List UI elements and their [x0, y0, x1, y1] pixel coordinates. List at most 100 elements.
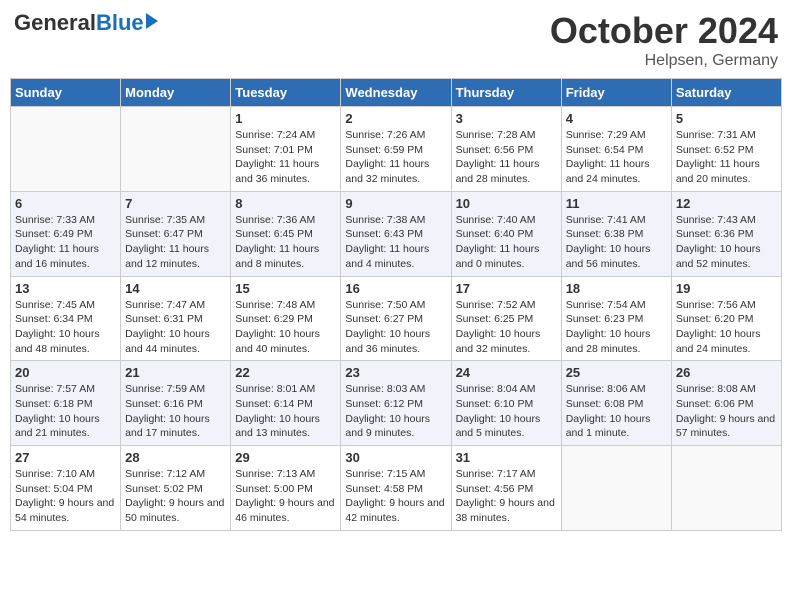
day-cell: 9 Sunrise: 7:38 AM Sunset: 6:43 PM Daylig…	[341, 191, 451, 276]
day-number: 13	[15, 281, 116, 296]
day-cell: 21Sunrise: 7:59 AM Sunset: 6:16 PM Dayli…	[121, 361, 231, 446]
header-thursday: Thursday	[451, 79, 561, 107]
week-row-3: 13 Sunrise: 7:45 AM Sunset: 6:34 PM Dayli…	[11, 276, 782, 361]
day-cell: 15 Sunrise: 7:48 AM Sunset: 6:29 PM Dayli…	[231, 276, 341, 361]
day-info: Sunrise: 8:01 AM Sunset: 6:14 PM Dayligh…	[235, 382, 336, 441]
header-tuesday: Tuesday	[231, 79, 341, 107]
day-cell: 23 Sunrise: 8:03 AM Sunset: 6:12 PM Dayli…	[341, 361, 451, 446]
day-cell: 10 Sunrise: 7:40 AM Sunset: 6:40 PM Dayli…	[451, 191, 561, 276]
day-cell: 6 Sunrise: 7:33 AM Sunset: 6:49 PM Daylig…	[11, 191, 121, 276]
header-monday: Monday	[121, 79, 231, 107]
logo-arrow-icon	[146, 13, 158, 29]
header-wednesday: Wednesday	[341, 79, 451, 107]
day-info: Sunrise: 7:45 AM Sunset: 6:34 PM Dayligh…	[15, 298, 116, 357]
day-cell: 31 Sunrise: 7:17 AM Sunset: 4:56 PM Dayli…	[451, 446, 561, 531]
day-cell: 22 Sunrise: 8:01 AM Sunset: 6:14 PM Dayli…	[231, 361, 341, 446]
day-cell: 4 Sunrise: 7:29 AM Sunset: 6:54 PM Daylig…	[561, 107, 671, 192]
day-number: 9	[345, 196, 446, 211]
day-info: Sunrise: 7:24 AM Sunset: 7:01 PM Dayligh…	[235, 128, 336, 187]
week-row-5: 27 Sunrise: 7:10 AM Sunset: 5:04 PM Dayli…	[11, 446, 782, 531]
day-cell: 13 Sunrise: 7:45 AM Sunset: 6:34 PM Dayli…	[11, 276, 121, 361]
day-number: 19	[676, 281, 777, 296]
day-cell: 5 Sunrise: 7:31 AM Sunset: 6:52 PM Daylig…	[671, 107, 781, 192]
day-cell: 18 Sunrise: 7:54 AM Sunset: 6:23 PM Dayli…	[561, 276, 671, 361]
day-number: 5	[676, 111, 777, 126]
day-number: 6	[15, 196, 116, 211]
day-cell: 14 Sunrise: 7:47 AM Sunset: 6:31 PM Dayli…	[121, 276, 231, 361]
day-info: Sunrise: 7:35 AM Sunset: 6:47 PM Dayligh…	[125, 213, 226, 272]
day-number: 30	[345, 450, 446, 465]
day-info: Sunrise: 8:04 AM Sunset: 6:10 PM Dayligh…	[456, 382, 557, 441]
day-info: Sunrise: 7:38 AM Sunset: 6:43 PM Dayligh…	[345, 213, 446, 272]
calendar-header-row: SundayMondayTuesdayWednesdayThursdayFrid…	[11, 79, 782, 107]
day-cell: 8Sunrise: 7:36 AM Sunset: 6:45 PM Daylig…	[231, 191, 341, 276]
day-cell: 3Sunrise: 7:28 AM Sunset: 6:56 PM Daylig…	[451, 107, 561, 192]
page-header: General Blue October 2024 Helpsen, Germa…	[10, 10, 782, 70]
day-cell: 12 Sunrise: 7:43 AM Sunset: 6:36 PM Dayli…	[671, 191, 781, 276]
day-info: Sunrise: 7:43 AM Sunset: 6:36 PM Dayligh…	[676, 213, 777, 272]
day-number: 27	[15, 450, 116, 465]
day-number: 22	[235, 365, 336, 380]
day-number: 4	[566, 111, 667, 126]
day-cell: 27 Sunrise: 7:10 AM Sunset: 5:04 PM Dayli…	[11, 446, 121, 531]
header-sunday: Sunday	[11, 79, 121, 107]
day-info: Sunrise: 7:28 AM Sunset: 6:56 PM Dayligh…	[456, 128, 557, 187]
day-info: Sunrise: 7:41 AM Sunset: 6:38 PM Dayligh…	[566, 213, 667, 272]
day-info: Sunrise: 8:03 AM Sunset: 6:12 PM Dayligh…	[345, 382, 446, 441]
day-number: 7	[125, 196, 226, 211]
day-cell	[561, 446, 671, 531]
day-info: Sunrise: 7:40 AM Sunset: 6:40 PM Dayligh…	[456, 213, 557, 272]
day-info: Sunrise: 7:15 AM Sunset: 4:58 PM Dayligh…	[345, 467, 446, 526]
day-info: Sunrise: 7:10 AM Sunset: 5:04 PM Dayligh…	[15, 467, 116, 526]
day-cell: 29Sunrise: 7:13 AM Sunset: 5:00 PM Dayli…	[231, 446, 341, 531]
day-number: 2	[345, 111, 446, 126]
day-info: Sunrise: 7:47 AM Sunset: 6:31 PM Dayligh…	[125, 298, 226, 357]
day-number: 23	[345, 365, 446, 380]
day-info: Sunrise: 7:52 AM Sunset: 6:25 PM Dayligh…	[456, 298, 557, 357]
day-number: 18	[566, 281, 667, 296]
day-number: 17	[456, 281, 557, 296]
day-info: Sunrise: 7:26 AM Sunset: 6:59 PM Dayligh…	[345, 128, 446, 187]
day-number: 21	[125, 365, 226, 380]
day-number: 15	[235, 281, 336, 296]
day-info: Sunrise: 7:12 AM Sunset: 5:02 PM Dayligh…	[125, 467, 226, 526]
day-cell	[11, 107, 121, 192]
day-info: Sunrise: 7:29 AM Sunset: 6:54 PM Dayligh…	[566, 128, 667, 187]
day-cell	[671, 446, 781, 531]
logo-general: General	[14, 10, 96, 36]
day-info: Sunrise: 7:56 AM Sunset: 6:20 PM Dayligh…	[676, 298, 777, 357]
title-block: October 2024 Helpsen, Germany	[550, 10, 778, 70]
day-number: 26	[676, 365, 777, 380]
day-number: 10	[456, 196, 557, 211]
day-info: Sunrise: 7:57 AM Sunset: 6:18 PM Dayligh…	[15, 382, 116, 441]
day-number: 25	[566, 365, 667, 380]
day-number: 31	[456, 450, 557, 465]
day-info: Sunrise: 8:06 AM Sunset: 6:08 PM Dayligh…	[566, 382, 667, 441]
day-info: Sunrise: 7:17 AM Sunset: 4:56 PM Dayligh…	[456, 467, 557, 526]
day-cell: 2 Sunrise: 7:26 AM Sunset: 6:59 PM Daylig…	[341, 107, 451, 192]
day-number: 14	[125, 281, 226, 296]
day-info: Sunrise: 7:54 AM Sunset: 6:23 PM Dayligh…	[566, 298, 667, 357]
day-number: 20	[15, 365, 116, 380]
day-cell: 24Sunrise: 8:04 AM Sunset: 6:10 PM Dayli…	[451, 361, 561, 446]
day-info: Sunrise: 7:31 AM Sunset: 6:52 PM Dayligh…	[676, 128, 777, 187]
day-info: Sunrise: 7:33 AM Sunset: 6:49 PM Dayligh…	[15, 213, 116, 272]
day-cell: 1 Sunrise: 7:24 AM Sunset: 7:01 PM Daylig…	[231, 107, 341, 192]
day-cell	[121, 107, 231, 192]
day-cell: 11 Sunrise: 7:41 AM Sunset: 6:38 PM Dayli…	[561, 191, 671, 276]
week-row-4: 20 Sunrise: 7:57 AM Sunset: 6:18 PM Dayli…	[11, 361, 782, 446]
day-cell: 7 Sunrise: 7:35 AM Sunset: 6:47 PM Daylig…	[121, 191, 231, 276]
day-number: 1	[235, 111, 336, 126]
week-row-2: 6 Sunrise: 7:33 AM Sunset: 6:49 PM Daylig…	[11, 191, 782, 276]
day-cell: 19 Sunrise: 7:56 AM Sunset: 6:20 PM Dayli…	[671, 276, 781, 361]
day-cell: 28Sunrise: 7:12 AM Sunset: 5:02 PM Dayli…	[121, 446, 231, 531]
header-friday: Friday	[561, 79, 671, 107]
day-number: 12	[676, 196, 777, 211]
calendar-table: SundayMondayTuesdayWednesdayThursdayFrid…	[10, 78, 782, 531]
month-title: October 2024	[550, 10, 778, 52]
day-number: 11	[566, 196, 667, 211]
day-info: Sunrise: 7:36 AM Sunset: 6:45 PM Dayligh…	[235, 213, 336, 272]
day-info: Sunrise: 7:48 AM Sunset: 6:29 PM Dayligh…	[235, 298, 336, 357]
day-info: Sunrise: 7:13 AM Sunset: 5:00 PM Dayligh…	[235, 467, 336, 526]
day-cell: 26Sunrise: 8:08 AM Sunset: 6:06 PM Dayli…	[671, 361, 781, 446]
